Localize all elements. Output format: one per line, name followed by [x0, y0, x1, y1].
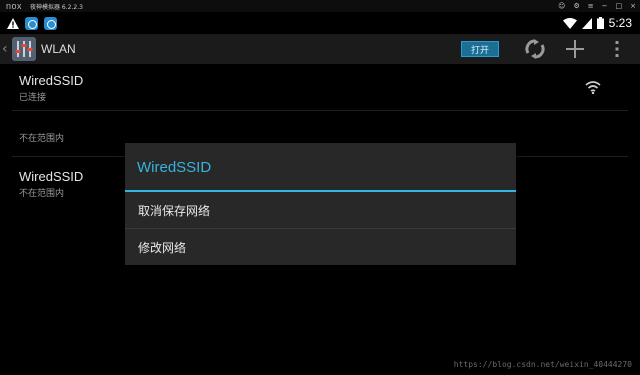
emulator-settings-icon[interactable]: ⚙: [573, 1, 579, 11]
emulator-title-bar: nox 夜神模拟器 6.2.2.3 ☺ ⚙ ≡ − □ ×: [0, 0, 640, 12]
emulator-close-icon[interactable]: ×: [630, 1, 636, 11]
network-item[interactable]: 不在范围内: [19, 129, 64, 144]
emulator-maximize-icon[interactable]: □: [616, 1, 623, 11]
back-chevron-icon[interactable]: ‹: [2, 41, 10, 57]
network-options-dialog: WiredSSID 取消保存网络 修改网络: [125, 143, 516, 265]
page-title: WLAN: [41, 42, 76, 56]
status-bar: 5:23: [0, 12, 640, 34]
emulator-user-icon[interactable]: ☺: [558, 1, 565, 11]
cell-signal-icon: [581, 17, 592, 29]
notification-app-icon: [25, 16, 38, 30]
watermark: https://blog.csdn.net/weixin_40444270: [453, 360, 632, 369]
divider: [12, 110, 628, 111]
warning-icon: [7, 17, 19, 29]
overflow-menu-icon[interactable]: [607, 39, 627, 59]
network-name: WiredSSID: [19, 73, 84, 88]
modify-network-option[interactable]: 修改网络: [125, 229, 516, 265]
network-status: 不在范围内: [19, 134, 65, 144]
network-item[interactable]: WiredSSID 不在范围内: [19, 169, 83, 199]
notification-app-icon: [44, 16, 57, 30]
add-network-icon[interactable]: [565, 39, 585, 59]
network-status: 已连接: [19, 93, 47, 103]
emulator-window-controls: ☺ ⚙ ≡ − □ ×: [558, 1, 636, 11]
wifi-signal-icon: [562, 17, 577, 29]
status-time: 5:23: [608, 16, 632, 30]
wlan-toggle[interactable]: 打开: [461, 41, 499, 57]
nox-logo: nox: [6, 1, 23, 11]
emulator-title: 夜神模拟器 6.2.2.3: [30, 3, 83, 11]
wps-refresh-icon[interactable]: [525, 39, 545, 59]
settings-app-icon[interactable]: [12, 37, 36, 61]
battery-icon: [596, 17, 604, 29]
network-status: 不在范围内: [19, 189, 65, 199]
emulator-menu-icon[interactable]: ≡: [588, 1, 594, 11]
network-item[interactable]: WiredSSID 已连接: [19, 73, 83, 103]
emulator-minimize-icon[interactable]: −: [602, 1, 608, 11]
dialog-title: WiredSSID: [137, 159, 212, 176]
wifi-strength-icon: [585, 81, 601, 94]
action-bar: ‹ WLAN 打开: [0, 34, 640, 64]
network-name: WiredSSID: [19, 169, 84, 184]
forget-network-option[interactable]: 取消保存网络: [125, 192, 516, 228]
